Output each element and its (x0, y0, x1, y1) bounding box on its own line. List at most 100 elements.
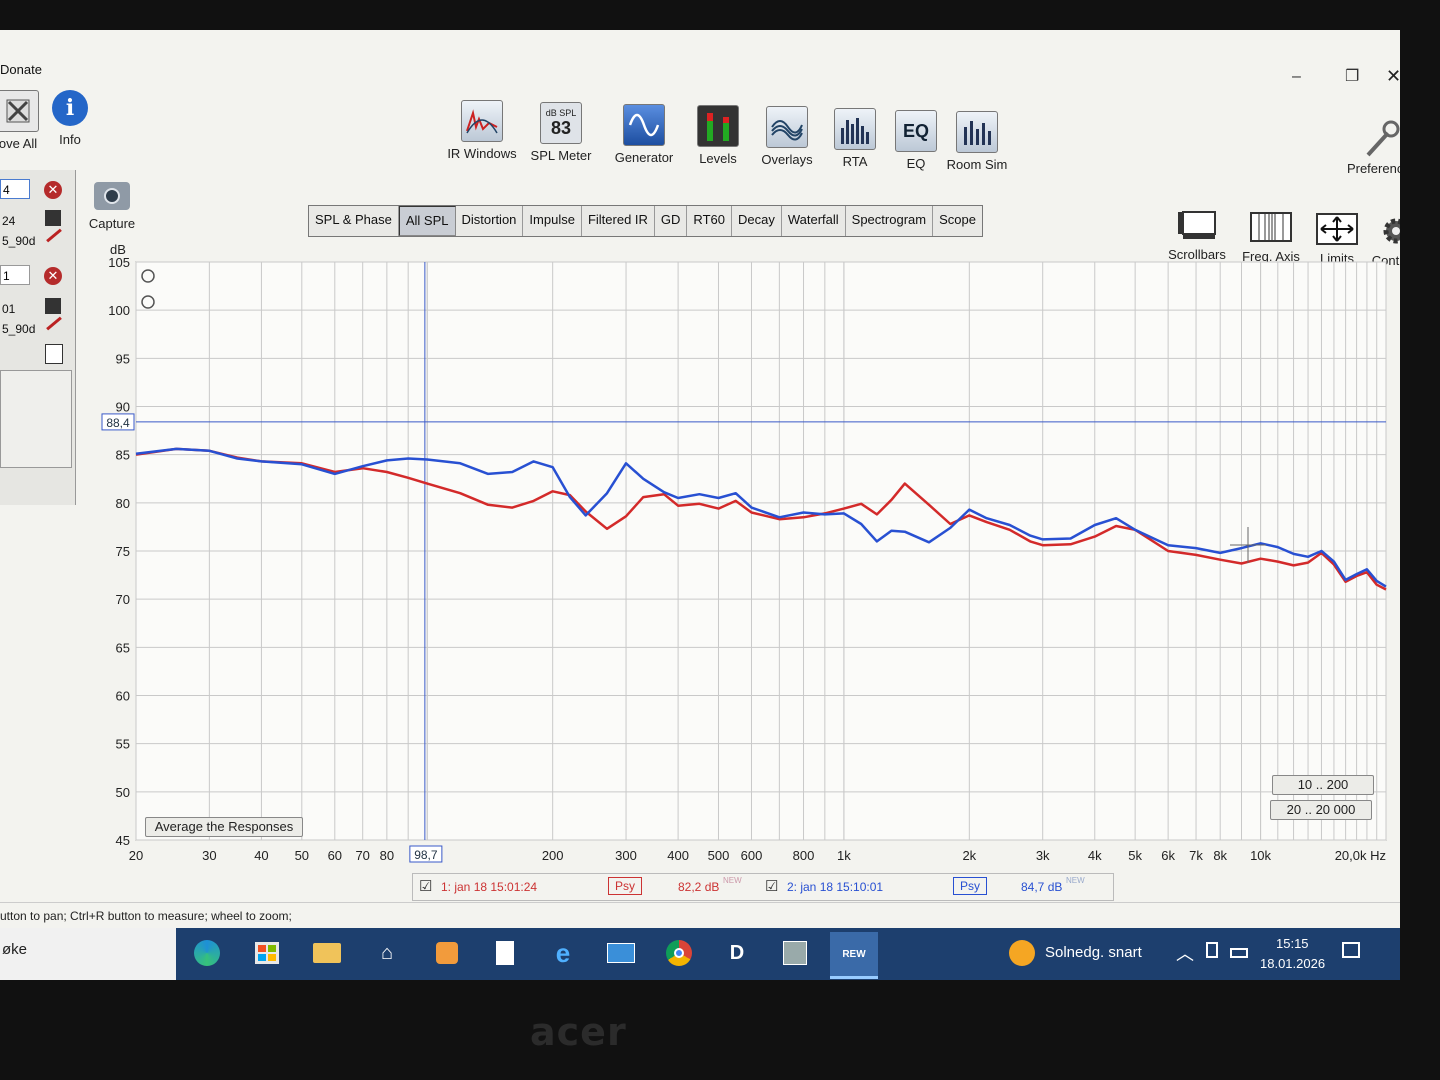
rta-button[interactable]: RTA (830, 108, 880, 169)
clock-date[interactable]: 18.01.2026 (1260, 956, 1325, 971)
x-tick-label: 4k (1088, 848, 1102, 863)
x-tick-label: 200 (542, 848, 564, 863)
x-tick-label: 50 (295, 848, 309, 863)
info-label: Info (59, 132, 81, 147)
tab-gd[interactable]: GD (655, 206, 688, 236)
y-tick-label: 60 (116, 689, 130, 704)
remove-measurement-icon[interactable]: ✕ (44, 267, 62, 285)
measurement-list-area (0, 370, 72, 468)
notification-icon[interactable] (1342, 942, 1360, 958)
measurement-info: 5_90d (2, 322, 36, 336)
y-tick-label: 90 (116, 400, 130, 415)
rew-taskbar-icon[interactable]: REW (830, 932, 878, 979)
preferences-button[interactable]: Preferences (1342, 120, 1400, 176)
x-tick-label: 6k (1161, 848, 1175, 863)
capture-button[interactable]: Capture (86, 182, 138, 231)
battery-icon[interactable] (1230, 948, 1248, 958)
app-icon[interactable] (430, 936, 464, 970)
eq-icon-text: EQ (902, 120, 929, 141)
taskbar-search-text: øke (2, 941, 28, 958)
spl-meter-button[interactable]: dB SPL 83 SPL Meter (526, 102, 596, 163)
chrome-icon[interactable] (662, 936, 696, 970)
folder-icon[interactable] (310, 936, 344, 970)
mail-icon[interactable] (604, 936, 638, 970)
y-tick-label: 55 (116, 737, 130, 752)
notes-icon[interactable] (45, 344, 63, 364)
taskbar-search-box[interactable]: øke (0, 928, 176, 980)
spl-chart[interactable]: 45 50 55 60 65 70 75 80 85 90 95 100 105 dB 20 30 40 50 60… (90, 240, 1400, 880)
spl-chart-svg[interactable]: 45 50 55 60 65 70 75 80 85 90 95 100 105dB 20 30 40 50 60… (90, 240, 1400, 880)
average-responses-button[interactable]: Average the Responses (145, 817, 303, 837)
remove-all-button[interactable]: ove All (0, 90, 48, 151)
dolby-icon[interactable]: D (720, 936, 754, 970)
measurement-name-field[interactable]: 1 (0, 265, 30, 285)
edit-icon[interactable] (45, 298, 61, 314)
weather-icon[interactable] (1005, 936, 1039, 970)
legend-checkbox-1[interactable]: ☑ (419, 877, 432, 895)
tab-waterfall[interactable]: Waterfall (782, 206, 846, 236)
edge-icon[interactable] (190, 936, 224, 970)
home-icon[interactable]: ⌂ (370, 936, 404, 970)
tab-rt60[interactable]: RT60 (687, 206, 732, 236)
close-button[interactable]: ✕ (1386, 66, 1400, 87)
tray-chevron-icon[interactable]: ︿ (1176, 940, 1194, 966)
cursor-y-readout: 88,4 (106, 416, 130, 430)
legend-smoothing-2[interactable]: Psy (953, 877, 988, 895)
tab-all-spl[interactable]: All SPL (398, 206, 456, 236)
tab-spl-phase[interactable]: SPL & Phase (309, 206, 399, 236)
eq-label: EQ (906, 156, 926, 171)
remove-measurement-icon[interactable]: ✕ (44, 181, 62, 199)
range-10-200-button[interactable]: 10 .. 200 (1272, 775, 1374, 795)
minimize-button[interactable]: – (1292, 68, 1301, 86)
ir-windows-button[interactable]: IR Windows (440, 100, 524, 161)
x-tick-label: 20 (129, 848, 143, 863)
eq-button[interactable]: EQ EQ (892, 110, 940, 171)
measurement-name-field[interactable]: 4 (0, 179, 30, 199)
rta-label: RTA (842, 154, 868, 169)
x-tick-label: 5k (1128, 848, 1142, 863)
weather-text[interactable]: Solnedg. snart (1045, 944, 1142, 961)
info-icon: i (52, 90, 88, 126)
x-tick-label: 30 (202, 848, 216, 863)
overlays-button[interactable]: Overlays (755, 106, 819, 167)
window-title: Donate (0, 62, 42, 77)
tab-spectrogram[interactable]: Spectrogram (846, 206, 934, 236)
y-tick-label: 80 (116, 496, 130, 511)
legend-checkbox-2[interactable]: ☑ (765, 877, 778, 895)
spl-meter-unit: dB SPL (545, 108, 577, 118)
pen-icon[interactable] (46, 316, 62, 331)
room-sim-button[interactable]: Room Sim (946, 111, 1008, 172)
internet-explorer-icon[interactable]: e (546, 936, 580, 970)
clock-time[interactable]: 15:15 (1276, 936, 1309, 951)
range-20-20000-button[interactable]: 20 .. 20 000 (1270, 800, 1372, 820)
tab-distortion[interactable]: Distortion (456, 206, 524, 236)
legend-tag-1: NEW (723, 876, 742, 885)
tab-impulse[interactable]: Impulse (523, 206, 582, 236)
graph-tab-bar: SPL & Phase All SPL Distortion Impulse F… (308, 205, 983, 237)
generator-button[interactable]: Generator (607, 104, 681, 165)
tray-device-icon[interactable] (1206, 942, 1218, 958)
tab-filtered-ir[interactable]: Filtered IR (582, 206, 655, 236)
store-icon[interactable] (250, 936, 284, 970)
acer-logo: acer (530, 1010, 627, 1054)
pen-icon[interactable] (46, 228, 62, 243)
legend-smoothing-1[interactable]: Psy (608, 877, 643, 895)
network-tool-icon[interactable] (778, 936, 812, 970)
levels-button[interactable]: Levels (688, 105, 748, 166)
maximize-button[interactable]: ❐ (1345, 66, 1359, 86)
x-tick-label: 20,0k Hz (1335, 848, 1386, 863)
tab-decay[interactable]: Decay (732, 206, 782, 236)
measurement-legend: ☑ 1: jan 18 15:01:24 Psy 82,2 dB NEW ☑ 2… (412, 873, 1114, 901)
status-bar: utton to pan; Ctrl+R button to measure; … (0, 902, 1400, 929)
x-tick-label: 40 (254, 848, 268, 863)
edit-icon[interactable] (45, 210, 61, 226)
x-tick-label: 3k (1036, 848, 1050, 863)
tab-scope[interactable]: Scope (933, 206, 982, 236)
x-tick-label: 80 (380, 848, 394, 863)
measurement-slot-1[interactable]: 4 ✕ 24 5_90d (0, 174, 72, 274)
x-tick-label: 2k (962, 848, 976, 863)
info-button[interactable]: i Info (45, 90, 95, 147)
measurement-slot-2[interactable]: 1 ✕ 01 5_90d (0, 260, 72, 364)
remove-all-label: ove All (0, 136, 38, 151)
document-icon[interactable] (488, 936, 522, 970)
